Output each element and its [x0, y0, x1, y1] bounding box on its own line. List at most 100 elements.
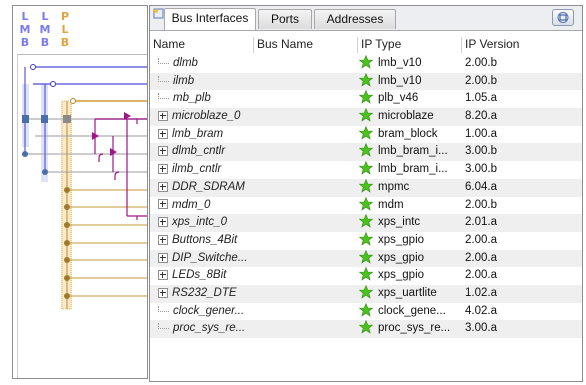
- table-row[interactable]: ilmb lmb_v10 2.00.b: [150, 72, 582, 91]
- tab-addresses[interactable]: Addresses: [314, 9, 396, 29]
- green-star-icon: [359, 178, 373, 193]
- instance-name: Buttons_4Bit: [158, 232, 358, 250]
- tab-ports[interactable]: Ports: [258, 9, 312, 29]
- expand-icon[interactable]: [158, 146, 168, 157]
- green-star-icon: [359, 55, 373, 69]
- ip-version: 1.05.a: [465, 92, 497, 105]
- ip-type: lmb_bram_i...: [359, 143, 463, 161]
- instance-name: xps_intc_0: [158, 214, 358, 232]
- green-star-icon: [359, 249, 373, 264]
- tree-connector: [158, 305, 169, 312]
- expand-icon[interactable]: [158, 234, 168, 245]
- green-star-icon: [359, 108, 373, 122]
- green-star-icon: [359, 231, 373, 246]
- ip-type: xps_gpio: [359, 231, 463, 250]
- green-star-icon: [359, 284, 373, 299]
- green-star-icon: [359, 90, 373, 104]
- ip-version: 8.20.a: [465, 110, 497, 123]
- ip-type: xps_gpio: [359, 249, 463, 268]
- grid-header: Name Bus Name IP Type IP Version: [150, 37, 582, 53]
- col-header-ip-type[interactable]: IP Type: [358, 37, 462, 53]
- tab-bar: Bus Interfaces Ports Addresses: [150, 6, 582, 31]
- ip-type: mpmc: [359, 178, 463, 197]
- table-row[interactable]: xps_intc_0 xps_intc 2.01.a: [150, 214, 582, 232]
- tab-bus-interfaces[interactable]: Bus Interfaces: [164, 8, 256, 30]
- table-row[interactable]: mdm_0 mdm 2.00.b: [150, 196, 582, 215]
- tree-connector: [158, 93, 169, 100]
- green-star-icon: [359, 214, 373, 228]
- ip-type: lmb_bram_i...: [359, 161, 463, 179]
- expand-icon[interactable]: [158, 181, 168, 192]
- ip-version: 2.00.a: [465, 269, 497, 282]
- ip-type: bram_block: [359, 125, 463, 144]
- ip-type: plb_v46: [359, 90, 463, 108]
- expand-icon[interactable]: [158, 199, 168, 210]
- table-row[interactable]: microblaze_0 microblaze 8.20.a: [150, 108, 582, 126]
- green-star-icon: [359, 196, 373, 211]
- ip-type: xps_intc: [359, 214, 463, 232]
- instance-name: ilmb: [158, 73, 358, 91]
- ip-type: lmb_v10: [359, 72, 463, 91]
- ip-properties-panel: Bus Interfaces Ports Addresses Name Bus …: [149, 5, 583, 382]
- ip-version: 2.00.b: [465, 198, 497, 211]
- instance-name: clock_gener...: [158, 303, 358, 321]
- plb-peripheral-lines: [67, 189, 147, 297]
- col-header-bus-name[interactable]: Bus Name: [254, 37, 358, 53]
- table-row[interactable]: mb_plb plb_v46 1.05.a: [150, 90, 582, 108]
- green-star-icon: [359, 125, 373, 140]
- connector-block: [41, 115, 48, 123]
- instance-name: LEDs_8Bit: [158, 267, 358, 285]
- table-row[interactable]: dlmb lmb_v10 2.00.b: [150, 55, 582, 73]
- ip-type: xps_gpio: [359, 267, 463, 285]
- restore-button[interactable]: [552, 9, 574, 26]
- col-header-name[interactable]: Name: [150, 37, 254, 53]
- connector-block: [22, 115, 29, 123]
- expand-icon[interactable]: [158, 252, 168, 263]
- table-row[interactable]: proc_sys_re... proc_sys_re... 3.00.a: [150, 320, 582, 338]
- ip-version: 1.02.a: [465, 286, 497, 299]
- instance-name: RS232_DTE: [158, 285, 358, 303]
- table-row[interactable]: lmb_bram bram_block 1.00.a: [150, 125, 582, 144]
- table-row[interactable]: clock_gener... clock_gene... 4.02.a: [150, 302, 582, 321]
- col-header-ip-version[interactable]: IP Version: [462, 37, 582, 53]
- ip-version: 2.01.a: [465, 216, 497, 229]
- table-row[interactable]: ilmb_cntlr lmb_bram_i... 3.00.b: [150, 161, 582, 179]
- instance-name: DDR_SDRAM: [158, 179, 358, 197]
- expand-icon[interactable]: [158, 270, 168, 281]
- table-row[interactable]: RS232_DTE xps_uartlite 1.02.a: [150, 284, 582, 303]
- ip-version: 2.00.a: [465, 233, 497, 246]
- instance-name: DIP_Switche...: [158, 250, 358, 268]
- instance-name: dlmb: [158, 55, 358, 73]
- table-row[interactable]: DDR_SDRAM mpmc 6.04.a: [150, 178, 582, 197]
- bus-connectivity-panel: LMB LMB PLB: [12, 5, 148, 379]
- table-row[interactable]: LEDs_8Bit xps_gpio 2.00.a: [150, 267, 582, 285]
- expand-icon[interactable]: [158, 164, 168, 175]
- expand-icon[interactable]: [158, 128, 168, 139]
- tree-connector: [158, 57, 169, 64]
- table-row[interactable]: dlmb_cntlr lmb_bram_i... 3.00.b: [150, 143, 582, 162]
- p2p-connections: [94, 118, 147, 217]
- expand-icon[interactable]: [158, 217, 168, 228]
- green-star-icon: [359, 143, 373, 158]
- instance-name: microblaze_0: [158, 108, 358, 126]
- table-row[interactable]: Buttons_4Bit xps_gpio 2.00.a: [150, 231, 582, 250]
- instance-name: lmb_bram: [158, 126, 358, 144]
- instance-name: proc_sys_re...: [158, 320, 358, 338]
- ip-type: xps_uartlite: [359, 284, 463, 303]
- bus-diagram: [22, 64, 147, 310]
- ip-instance-list: dlmb lmb_v10 2.00.b ilmb lmb_v10 2.00.b mb_plb…: [150, 55, 582, 338]
- tree-connector: [158, 75, 169, 82]
- ip-type: clock_gene...: [359, 302, 463, 321]
- instance-name: ilmb_cntlr: [158, 161, 358, 179]
- ip-type: microblaze: [359, 108, 463, 126]
- instance-name: mdm_0: [158, 197, 358, 215]
- ip-type: mdm: [359, 196, 463, 215]
- ip-version: 4.02.a: [465, 304, 497, 317]
- tree-connector: [158, 323, 169, 330]
- green-star-icon: [359, 302, 373, 317]
- expand-icon[interactable]: [158, 287, 168, 298]
- expand-icon[interactable]: [158, 111, 168, 122]
- green-star-icon: [359, 267, 373, 281]
- table-row[interactable]: DIP_Switche... xps_gpio 2.00.a: [150, 249, 582, 268]
- green-star-icon: [359, 161, 373, 175]
